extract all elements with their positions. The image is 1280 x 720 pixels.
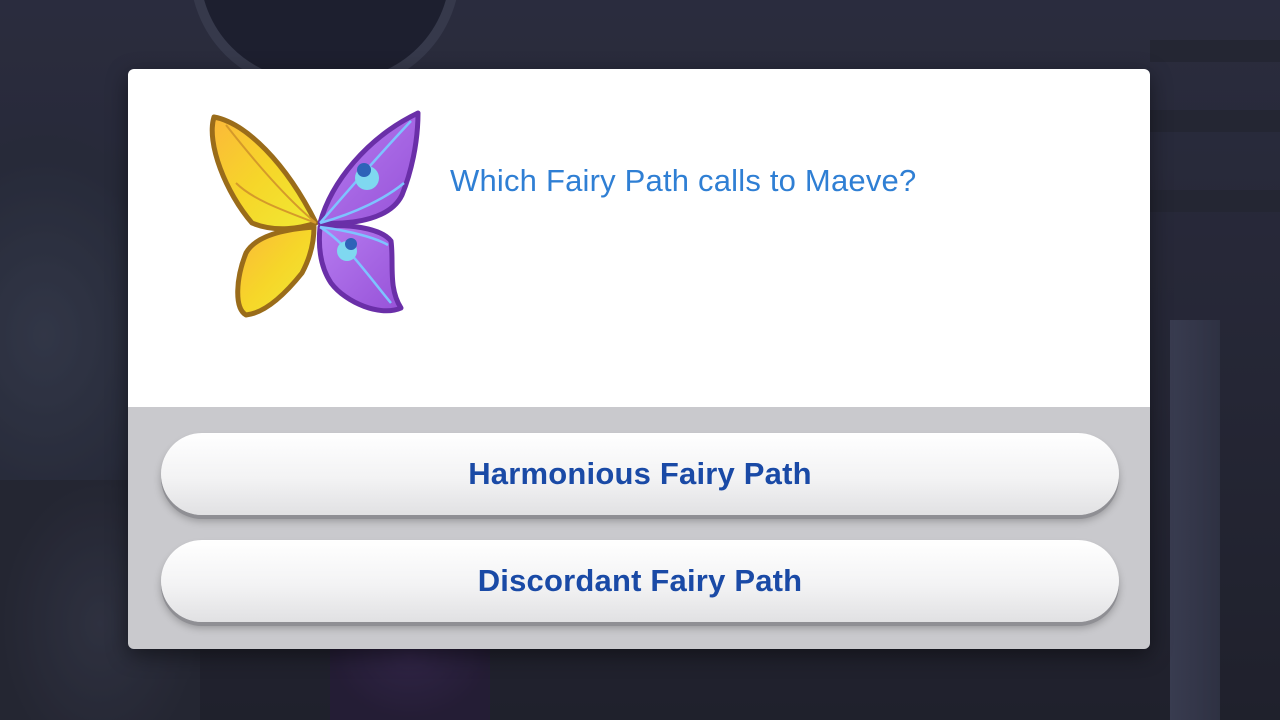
choice-label: Discordant Fairy Path (477, 563, 803, 598)
harmonious-path-button[interactable]: Harmonious Fairy Path (161, 433, 1119, 515)
discordant-path-button[interactable]: Discordant Fairy Path (161, 540, 1119, 622)
dialog-header: Which Fairy Path calls to Maeve? (128, 69, 1150, 407)
choice-label: Harmonious Fairy Path (468, 456, 812, 491)
dialog-question: Which Fairy Path calls to Maeve? (450, 163, 917, 198)
dialog-choices: Harmonious Fairy Path Discordant Fairy P… (128, 407, 1150, 649)
butterfly-wings-icon (209, 110, 421, 318)
choice-dialog: Which Fairy Path calls to Maeve? Harmoni… (128, 69, 1150, 649)
